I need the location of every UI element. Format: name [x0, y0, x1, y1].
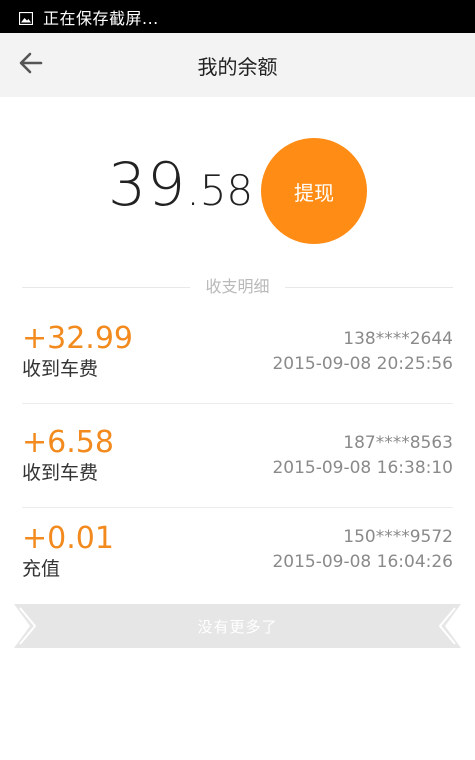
- transaction-row[interactable]: +0.01 充值 150****9572 2015-09-08 16:04:26: [22, 508, 453, 611]
- section-label: 收支明细: [205, 277, 270, 296]
- transaction-type: 充值: [22, 558, 61, 580]
- transaction-time: 2015-09-08 16:04:26: [272, 552, 453, 572]
- transaction-row[interactable]: +6.58 收到车费 187****8563 2015-09-08 16:38:…: [22, 404, 453, 508]
- transaction-row[interactable]: +32.99 收到车费 138****2644 2015-09-08 20:25…: [22, 300, 453, 404]
- transaction-time: 2015-09-08 16:38:10: [272, 458, 453, 478]
- transaction-type: 收到车费: [22, 462, 99, 484]
- transaction-phone: 187****8563: [343, 433, 453, 453]
- image-icon: [18, 10, 34, 26]
- balance-amount: 39 .58: [108, 150, 253, 230]
- no-more-label: 没有更多了: [197, 617, 278, 636]
- balance-decimal: .58: [186, 166, 254, 215]
- withdraw-button[interactable]: 提现: [261, 138, 367, 244]
- status-text: 正在保存截屏...: [43, 8, 159, 28]
- transaction-type: 收到车费: [22, 358, 99, 380]
- transaction-amount: +32.99: [22, 321, 134, 356]
- no-more-banner: 没有更多了: [14, 604, 461, 648]
- arrow-left-icon: [19, 52, 43, 78]
- balance-integer: 39: [108, 150, 187, 220]
- status-bar: 正在保存截屏...: [0, 0, 475, 33]
- transaction-phone: 138****2644: [343, 329, 453, 349]
- back-button[interactable]: [14, 49, 48, 81]
- section-divider: 收支明细: [22, 277, 453, 297]
- page-title: 我的余额: [197, 54, 278, 79]
- title-bar: 我的余额: [0, 33, 475, 97]
- transaction-phone: 150****9572: [343, 527, 453, 547]
- transaction-amount: +6.58: [22, 425, 114, 460]
- transaction-amount: +0.01: [22, 521, 114, 556]
- transaction-time: 2015-09-08 20:25:56: [272, 354, 453, 374]
